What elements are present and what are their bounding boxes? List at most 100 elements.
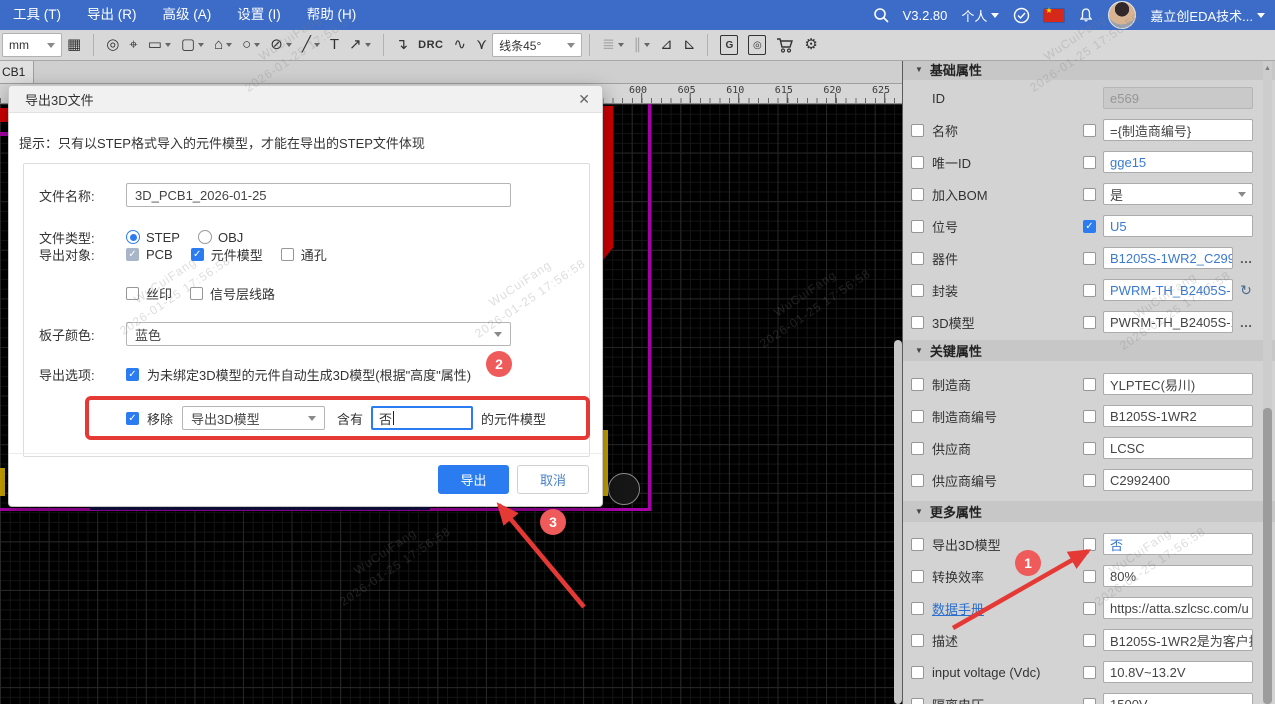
scope-dropdown[interactable]: 个人 [961,6,999,25]
attribute-value-input[interactable]: 10.8V~13.2V [1103,661,1253,683]
scroll-up-icon[interactable]: ▲ [1263,65,1272,72]
attribute-show-checkbox[interactable] [911,284,924,297]
attribute-show-checkbox[interactable] [911,378,924,391]
attribute-value-input[interactable]: 80% [1103,565,1253,587]
attribute-show-checkbox[interactable] [911,124,924,137]
refresh-icon[interactable]: ↻ [1237,282,1255,299]
attribute-value-input[interactable]: LCSC [1103,437,1253,459]
datasheet-link[interactable]: 数据手册 [932,599,984,618]
attribute-value-checkbox[interactable] [1083,316,1096,329]
polygon-tool-icon[interactable]: ⌂ [209,32,237,58]
attribute-value-checkbox[interactable] [1083,284,1096,297]
attribute-show-checkbox[interactable] [911,474,924,487]
attribute-value-checkbox[interactable] [1083,474,1096,487]
text-tool-icon[interactable]: T [325,32,344,58]
cancel-button[interactable]: 取消 [517,465,589,494]
attribute-show-checkbox[interactable] [911,634,924,647]
attribute-value-checkbox[interactable] [1083,410,1096,423]
import-icon[interactable]: ↴ [391,32,414,58]
net-probe-icon[interactable]: ∿ [449,32,472,58]
wire-branch-icon[interactable]: ⋎ [471,32,492,58]
attribute-value-input[interactable]: U5 [1103,215,1253,237]
attribute-value-input[interactable]: C2992400 [1103,469,1253,491]
flip-horizontal-icon[interactable]: ⊿ [655,32,678,58]
dimension-tool-icon[interactable]: ↗ [344,32,376,58]
attribute-value-input[interactable]: 是 [1103,183,1253,205]
rect-tool-icon[interactable]: ▭ [143,32,176,58]
attribute-show-checkbox[interactable] [911,220,924,233]
menu-item-4[interactable]: 帮助 (H) [294,0,370,30]
attribute-value-checkbox[interactable] [1083,698,1096,704]
remove-model-checkbox[interactable]: ✓ [126,412,139,425]
attribute-value-checkbox[interactable]: ✓ [1083,220,1096,233]
attribute-show-checkbox[interactable] [911,156,924,169]
attribute-value-checkbox[interactable] [1083,442,1096,455]
remove-attribute-select[interactable]: 导出3D模型 [182,406,325,430]
attribute-show-checkbox[interactable] [911,666,924,679]
select-area-icon[interactable]: ▢ [176,32,209,58]
attribute-show-checkbox[interactable] [911,698,924,704]
attribute-show-checkbox[interactable] [911,410,924,423]
attribute-value-input[interactable]: https://atta.szlcsc.com/u [1103,597,1253,619]
attribute-value-input[interactable]: 1500V [1103,693,1253,704]
search-icon[interactable] [873,7,889,23]
align-icon[interactable]: ≣ [597,32,629,58]
attribute-value-checkbox[interactable] [1083,634,1096,647]
unit-select[interactable]: mm [2,33,62,57]
contains-value-input[interactable]: 否 [371,406,473,430]
menu-item-2[interactable]: 高级 (A) [150,0,225,30]
target-checkbox-元件模型[interactable]: ✓ [191,248,204,261]
attribute-value-checkbox[interactable] [1083,666,1096,679]
line-mode-select[interactable]: 线条45° [492,33,582,57]
user-avatar[interactable] [1108,1,1136,29]
attribute-show-checkbox[interactable] [911,316,924,329]
section-header[interactable]: ▼基础属性 [903,61,1275,80]
target-checkbox-通孔[interactable] [281,248,294,261]
attribute-value-checkbox[interactable] [1083,188,1096,201]
line-tool-icon[interactable]: ╱ [297,32,325,58]
keepout-tool-icon[interactable]: ⊘ [265,32,297,58]
close-icon[interactable]: ✕ [578,92,590,106]
attribute-value-checkbox[interactable] [1083,570,1096,583]
drc-check-icon[interactable]: DRC [413,32,448,58]
origin-icon[interactable]: ◎ [101,32,124,58]
attribute-value-input[interactable]: B1205S-1WR2_C299 [1103,247,1233,269]
attribute-value-input[interactable]: PWRM-TH_B2405S- [1103,279,1233,301]
attribute-value-checkbox[interactable] [1083,378,1096,391]
account-dropdown[interactable]: 嘉立创EDA技术... [1150,6,1265,25]
menu-item-3[interactable]: 设置 (I) [224,0,294,30]
flip-vertical-icon[interactable]: ⊿ [678,32,701,58]
attribute-show-checkbox[interactable] [911,188,924,201]
attribute-value-checkbox[interactable] [1083,156,1096,169]
more-options-icon[interactable]: … [1237,251,1255,266]
target-checkbox-丝印[interactable] [126,287,139,300]
export-button[interactable]: 导出 [438,465,509,494]
ellipse-tool-icon[interactable]: ○ [237,32,265,58]
menu-item-0[interactable]: 工具 (T) [0,0,74,30]
menu-item-1[interactable]: 导出 (R) [74,0,150,30]
via-tool-icon[interactable]: ⌖ [124,32,142,58]
section-header[interactable]: ▼更多属性 [903,501,1275,522]
target-checkbox-信号层线路[interactable] [190,287,203,300]
section-header[interactable]: ▼关键属性 [903,340,1275,361]
attribute-show-checkbox[interactable] [911,252,924,265]
gerber-file-icon[interactable]: G [715,32,743,58]
attribute-value-input[interactable]: B1205S-1WR2是为客户提 [1103,629,1253,651]
attribute-value-input[interactable]: YLPTEC(易川) [1103,373,1253,395]
attribute-value-input[interactable]: PWRM-TH_B2405S-1 [1103,311,1233,333]
attribute-value-input[interactable]: ={制造商编号} [1103,119,1253,141]
board-color-select[interactable]: 蓝色 [126,322,511,346]
tab-pcb[interactable]: CB1 [0,61,34,83]
attribute-value-input[interactable]: 否 [1103,533,1253,555]
attribute-value-checkbox[interactable] [1083,602,1096,615]
language-flag-icon[interactable] [1044,9,1064,22]
fabrication-file-icon[interactable]: ◎ [743,32,771,58]
attribute-value-checkbox[interactable] [1083,538,1096,551]
attribute-show-checkbox[interactable] [911,570,924,583]
attribute-value-checkbox[interactable] [1083,124,1096,137]
attribute-show-checkbox[interactable] [911,538,924,551]
sync-status-icon[interactable] [1013,7,1030,24]
notifications-bell-icon[interactable] [1078,7,1094,23]
grid-settings-icon[interactable]: ▦ [62,32,86,58]
attribute-value-input[interactable]: e569 [1103,87,1253,109]
